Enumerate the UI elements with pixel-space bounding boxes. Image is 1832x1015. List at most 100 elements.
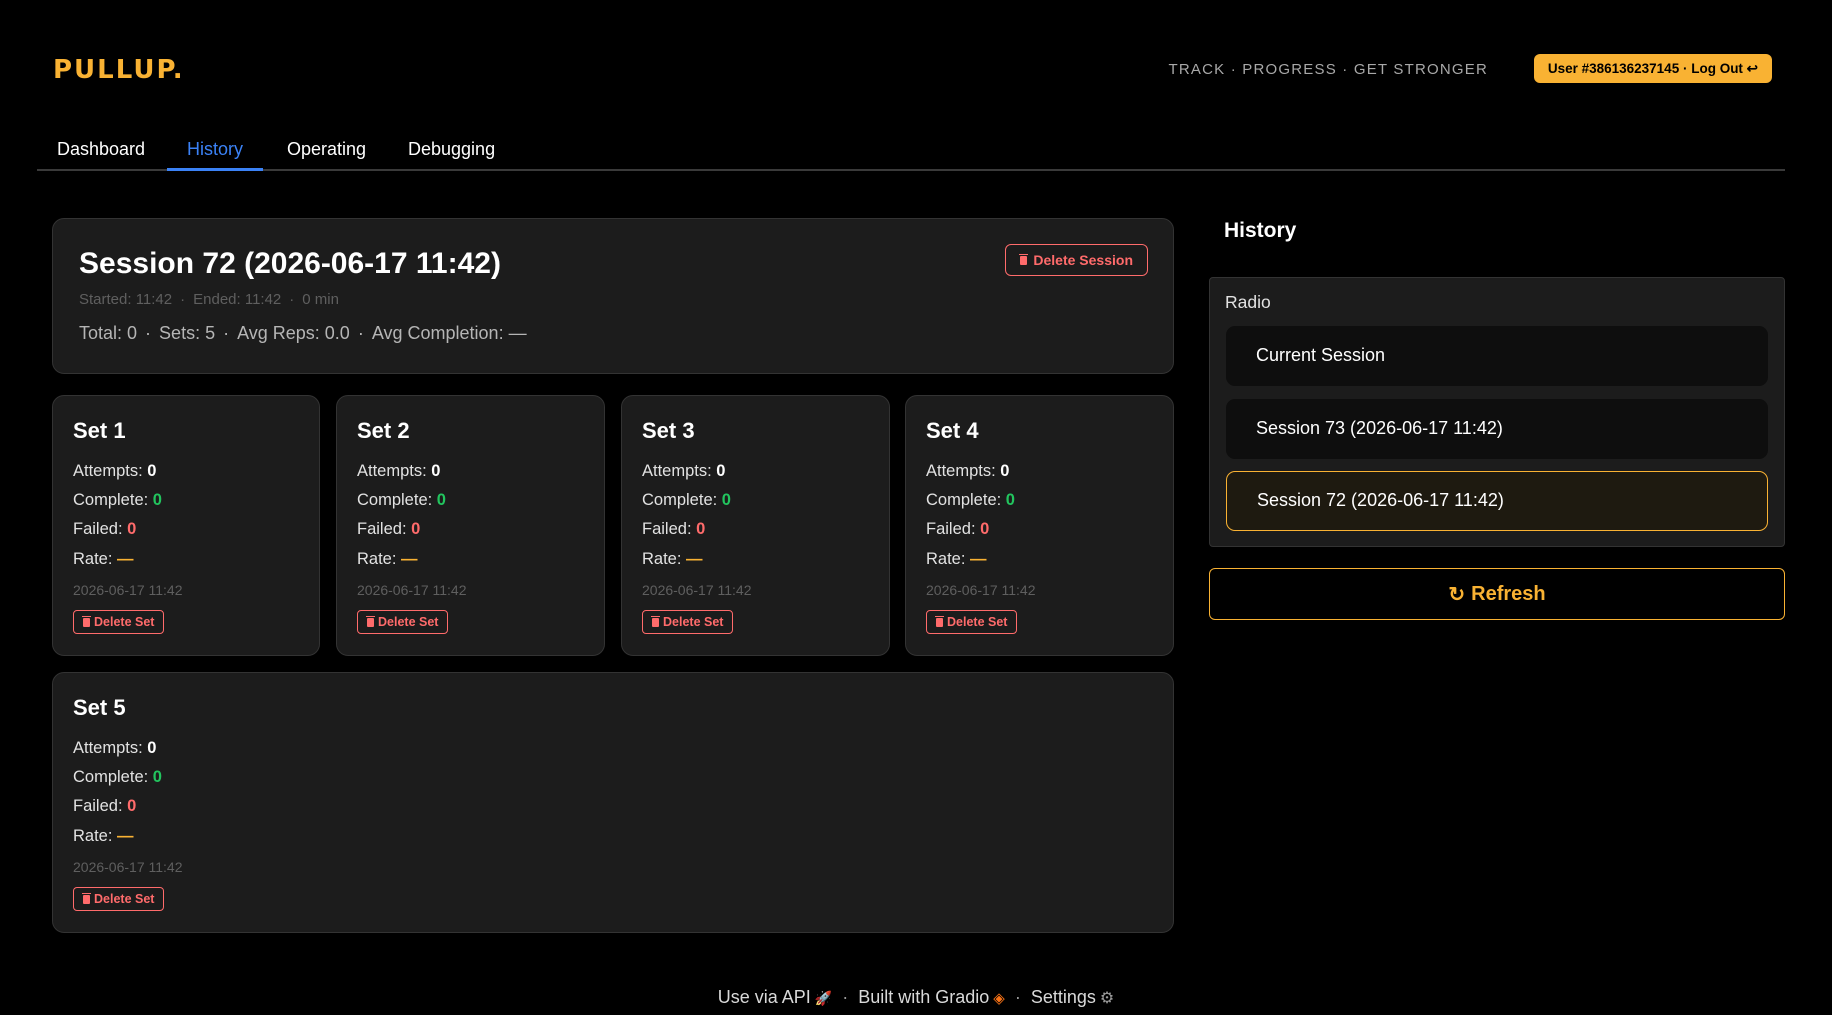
failed-value: 0 <box>980 520 990 538</box>
trash-icon <box>1019 253 1029 265</box>
rate-value: — <box>117 827 134 845</box>
history-sidebar-title: History <box>1224 219 1297 242</box>
refresh-icon: ↻ <box>1448 583 1466 606</box>
delete-set-button[interactable]: Delete Set <box>73 887 165 911</box>
set-attempts: Attempts: 0 <box>73 739 156 758</box>
attempts-label: Attempts: <box>642 462 712 480</box>
session-total: Total: 0 <box>79 323 138 343</box>
footer: Use via API 🚀 · Built with Gradio ◈ · Settings… <box>717 987 1115 1007</box>
rocket-icon: 🚀 <box>814 990 833 1006</box>
tab-operating[interactable]: Operating <box>267 133 386 171</box>
set-timestamp: 2026-06-17 11:42 <box>73 582 183 598</box>
tab-debugging[interactable]: Debugging <box>388 133 515 171</box>
set-rate: Rate: — <box>357 550 418 569</box>
complete-label: Complete: <box>357 491 433 509</box>
set-attempts: Attempts: 0 <box>642 462 725 481</box>
set-failed: Failed: 0 <box>73 520 136 539</box>
set-rate: Rate: — <box>642 550 703 569</box>
rate-value: — <box>970 550 987 568</box>
set-title: Set 3 <box>642 418 695 443</box>
attempts-value: 0 <box>431 462 441 480</box>
set-complete: Complete: 0 <box>73 491 162 510</box>
refresh-button[interactable]: ↻ Refresh <box>1209 568 1785 620</box>
session-started: Started: 11:42 <box>79 291 173 308</box>
set-timestamp: 2026-06-17 11:42 <box>73 859 183 875</box>
failed-value: 0 <box>127 520 137 538</box>
radio-option-session-72[interactable]: Session 72 (2026-06-17 11:42) <box>1226 471 1768 531</box>
rate-label: Rate: <box>73 550 113 568</box>
set-failed: Failed: 0 <box>357 520 420 539</box>
tab-history[interactable]: History <box>167 133 264 171</box>
failed-label: Failed: <box>357 520 407 538</box>
set-rate: Rate: — <box>73 550 134 569</box>
set-rate: Rate: — <box>926 550 987 569</box>
api-link[interactable]: Use via API 🚀 <box>718 987 832 1007</box>
trash-icon <box>82 892 91 904</box>
rate-label: Rate: <box>73 827 113 845</box>
attempts-value: 0 <box>147 462 157 480</box>
set-title: Set 2 <box>357 418 410 443</box>
set-complete: Complete: 0 <box>357 491 446 510</box>
complete-value: 0 <box>152 491 162 509</box>
delete-set-button[interactable]: Delete Set <box>73 610 165 634</box>
delete-set-label: Delete Set <box>94 892 155 906</box>
rate-value: — <box>117 550 134 568</box>
trash-icon <box>651 615 660 627</box>
attempts-value: 0 <box>1000 462 1010 480</box>
set-title: Set 1 <box>73 418 126 443</box>
attempts-label: Attempts: <box>73 739 143 757</box>
rate-label: Rate: <box>357 550 397 568</box>
set-title: Set 4 <box>926 418 979 443</box>
delete-set-button[interactable]: Delete Set <box>357 610 449 634</box>
set-complete: Complete: 0 <box>73 768 162 787</box>
complete-value: 0 <box>721 491 731 509</box>
failed-value: 0 <box>127 797 137 815</box>
radio-label: Radio <box>1225 292 1271 312</box>
rate-label: Rate: <box>926 550 966 568</box>
complete-value: 0 <box>1005 491 1015 509</box>
radio-option-session-73[interactable]: Session 73 (2026-06-17 11:42) <box>1226 399 1768 459</box>
rate-value: — <box>401 550 418 568</box>
set-timestamp: 2026-06-17 11:42 <box>642 582 752 598</box>
gear-icon: ⚙ <box>1099 990 1115 1007</box>
set-attempts: Attempts: 0 <box>357 462 440 481</box>
app-logo: PULLUP. <box>53 55 185 85</box>
set-title: Set 5 <box>73 695 126 720</box>
delete-set-button[interactable]: Delete Set <box>642 610 734 634</box>
delete-set-button[interactable]: Delete Set <box>926 610 1018 634</box>
attempts-label: Attempts: <box>73 462 143 480</box>
set-card: Set 2 Attempts: 0 Complete: 0 Failed: 0 … <box>336 395 605 656</box>
settings-link[interactable]: Settings ⚙ <box>1031 987 1114 1007</box>
failed-label: Failed: <box>73 520 123 538</box>
set-attempts: Attempts: 0 <box>73 462 156 481</box>
tab-dashboard[interactable]: Dashboard <box>37 133 165 171</box>
session-avg-reps: Avg Reps: 0.0 <box>237 323 350 343</box>
complete-value: 0 <box>152 768 162 786</box>
session-duration: 0 min <box>302 291 339 308</box>
trash-icon <box>366 615 375 627</box>
set-attempts: Attempts: 0 <box>926 462 1009 481</box>
trash-icon <box>82 615 91 627</box>
attempts-label: Attempts: <box>926 462 996 480</box>
delete-session-label: Delete Session <box>1033 252 1133 268</box>
settings-link-label: Settings <box>1030 987 1096 1007</box>
session-sets: Sets: 5 <box>159 323 216 343</box>
delete-set-label: Delete Set <box>94 615 155 629</box>
attempts-value: 0 <box>147 739 157 757</box>
set-failed: Failed: 0 <box>926 520 989 539</box>
logout-button[interactable]: User #386136237145 · Log Out ↩ <box>1533 54 1772 83</box>
failed-value: 0 <box>696 520 706 538</box>
delete-set-label: Delete Set <box>378 615 439 629</box>
session-ended: Ended: 11:42 <box>193 291 282 308</box>
set-complete: Complete: 0 <box>926 491 1015 510</box>
set-failed: Failed: 0 <box>642 520 705 539</box>
rate-value: — <box>686 550 703 568</box>
api-link-label: Use via API <box>717 987 811 1007</box>
radio-option-current-session[interactable]: Current Session <box>1226 326 1768 386</box>
set-card: Set 3 Attempts: 0 Complete: 0 Failed: 0 … <box>621 395 890 656</box>
failed-label: Failed: <box>73 797 123 815</box>
gradio-link[interactable]: Built with Gradio ◈ <box>858 987 1005 1007</box>
delete-session-button[interactable]: Delete Session <box>1005 244 1148 276</box>
complete-label: Complete: <box>642 491 718 509</box>
delete-set-label: Delete Set <box>663 615 724 629</box>
